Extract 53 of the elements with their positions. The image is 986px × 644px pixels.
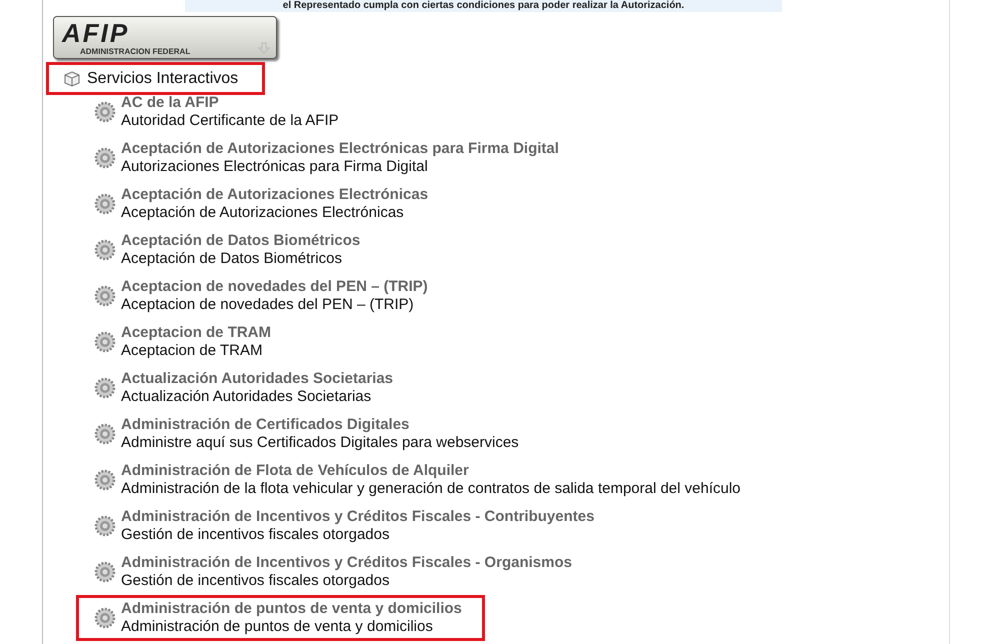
service-description: Administración de la flota vehicular y generación de contratos de salida temporal del vehículo [121, 480, 741, 498]
gear-icon [94, 193, 116, 215]
service-title: AC de la AFIP [121, 94, 220, 112]
gear-icon [94, 239, 116, 261]
service-description: Autoridad Certificante de la AFIP [121, 112, 339, 130]
service-item[interactable]: Administración de puntos de venta y domicilios Administración de puntos de venta y domicilios [76, 595, 485, 641]
service-title: Administración de Incentivos y Créditos Fiscales - Organismos [121, 554, 572, 572]
service-description: Aceptación de Autorizaciones Electrónicas [121, 204, 405, 222]
gear-icon [94, 101, 116, 123]
service-title: Aceptación de Datos Biométricos [121, 232, 360, 250]
service-title: Administración de puntos de venta y domicilios [121, 600, 462, 618]
service-item[interactable]: Administración de Incentivos y Créditos Fiscales - Contribuyentes Gestión de incentivos fiscales otorgados [76, 503, 618, 549]
service-description: Administre aquí sus Certificados Digitales para webservices [121, 434, 519, 452]
service-item[interactable]: Aceptación de Autorizaciones Electrónicas para Firma Digital Autorizaciones Electrónicas para Firma Digital [76, 135, 582, 181]
service-item[interactable]: Actualización Autoridades Societarias Actualización Autoridades Societarias [76, 365, 416, 411]
gear-icon [94, 561, 116, 583]
service-description: Aceptacion de TRAM [121, 342, 264, 360]
gear-icon [94, 147, 116, 169]
service-item[interactable]: Administración de Incentivos y Créditos Fiscales - Organismos Gestión de incentivos fiscales otorgados [76, 549, 595, 595]
logo-button[interactable]: AFIP ADMINISTRACION FEDERAL [53, 16, 277, 59]
service-item[interactable]: Aceptación de Autorizaciones Electrónicas Aceptación de Autorizaciones Electrónicas [76, 181, 452, 227]
service-description: Gestión de incentivos fiscales otorgados [121, 572, 390, 590]
gear-icon [94, 423, 116, 445]
service-description: Autorizaciones Electrónicas para Firma Digital [121, 158, 429, 176]
service-description: Aceptación de Datos Biométricos [121, 250, 343, 268]
service-item[interactable]: Aceptación de Datos Biométricos Aceptación de Datos Biométricos [76, 227, 384, 273]
section-header[interactable]: Servicios Interactivos [46, 62, 265, 95]
arrow-down-icon [258, 42, 270, 54]
gear-icon [94, 607, 116, 629]
service-title: Aceptacion de novedades del PEN – (TRIP) [121, 278, 428, 296]
gear-icon [94, 515, 116, 537]
gear-icon [94, 285, 116, 307]
service-item[interactable]: Aceptacion de TRAM Aceptacion de TRAM [76, 319, 294, 365]
package-icon [63, 70, 81, 86]
service-item[interactable]: Administración de Flota de Vehículos de Alquiler Administración de la flota vehicular y generación de contratos de salida temporal del vehículo [76, 457, 764, 503]
gear-icon [94, 377, 116, 399]
service-title: Administración de Flota de Vehículos de Alquiler [121, 462, 470, 480]
service-title: Aceptación de Autorizaciones Electrónicas [121, 186, 428, 204]
service-description: Administración de puntos de venta y domicilios [121, 618, 434, 636]
section-title: Servicios Interactivos [87, 70, 238, 88]
service-title: Aceptacion de TRAM [121, 324, 272, 342]
service-item[interactable]: Aceptacion de novedades del PEN – (TRIP) Aceptacion de novedades del PEN – (TRIP) [76, 273, 451, 319]
service-title: Aceptación de Autorizaciones Electrónicas para Firma Digital [121, 140, 559, 158]
service-description: Actualización Autoridades Societarias [121, 388, 372, 406]
service-description: Gestión de incentivos fiscales otorgados [121, 526, 390, 544]
gear-icon [94, 469, 116, 491]
gear-icon [94, 331, 116, 353]
service-item[interactable]: Administración de Certificados Digitales Administre aquí sus Certificados Digitales para webservices [76, 411, 542, 457]
service-title: Actualización Autoridades Societarias [121, 370, 394, 388]
notice-text: el Representado cumpla con ciertas condiciones para poder realizar la Autorización. [185, 0, 782, 12]
service-title: Administración de Incentivos y Créditos Fiscales - Contribuyentes [121, 508, 594, 526]
service-description: Aceptacion de novedades del PEN – (TRIP) [121, 296, 415, 314]
service-title: Administración de Certificados Digitales [121, 416, 410, 434]
